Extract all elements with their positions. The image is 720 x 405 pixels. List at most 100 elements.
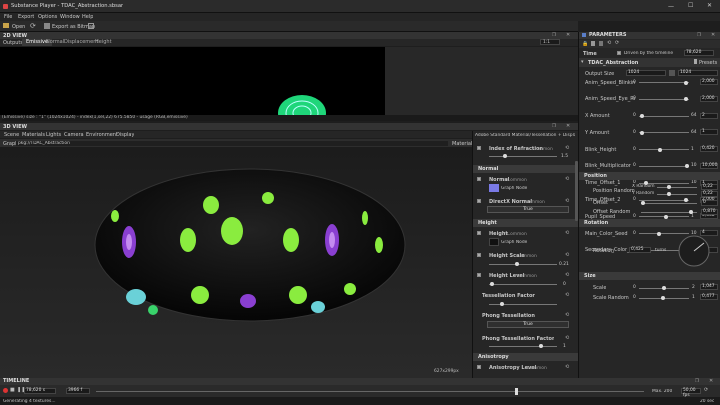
anisotropy-section-header[interactable]: Anisotropy	[473, 353, 578, 361]
param-slider[interactable]	[657, 231, 662, 236]
loop-icon[interactable]: ⟳	[704, 387, 708, 393]
menu-window[interactable]: Window	[60, 14, 80, 20]
normal-thumbnail[interactable]	[489, 184, 499, 192]
height-level-checkbox[interactable]	[477, 273, 481, 277]
menu-lights[interactable]: Lights	[46, 132, 61, 138]
param-value[interactable]: 2	[700, 112, 718, 119]
size-section-header[interactable]: Size	[579, 272, 720, 280]
param-value[interactable]: 10,000	[700, 162, 718, 169]
param-slider[interactable]	[639, 130, 644, 135]
directx-reset-icon[interactable]: ⟲	[565, 198, 569, 204]
view3d-viewport[interactable]: 627x299px	[0, 147, 472, 378]
offset-value[interactable]: 0	[701, 200, 718, 206]
position-section-header[interactable]: Position	[579, 172, 720, 180]
height-level-slider[interactable]	[490, 282, 494, 286]
lock-icon[interactable]: 🔒	[582, 41, 588, 47]
param-slider[interactable]	[684, 80, 689, 85]
copy-icon[interactable]	[599, 41, 603, 46]
height-thumbnail[interactable]	[489, 238, 499, 246]
current-time-field[interactable]: 78,620 s	[24, 388, 56, 394]
graph-select[interactable]: pkg://TDAC_Abstraction	[16, 140, 448, 146]
folder-icon[interactable]	[3, 23, 9, 28]
param-slider[interactable]	[684, 164, 689, 169]
zoom-select[interactable]: 1:1	[540, 39, 560, 45]
x-random-slider[interactable]	[667, 185, 671, 189]
menu-file[interactable]: File	[4, 14, 12, 20]
offset-slider[interactable]	[641, 201, 645, 205]
tess-factor-slider[interactable]	[500, 302, 504, 306]
param-value[interactable]: 2,000	[700, 79, 718, 85]
open-button[interactable]: Open	[12, 24, 25, 30]
parameters-close-icon[interactable]: ✕	[711, 32, 715, 38]
view2d-canvas[interactable]	[0, 47, 385, 115]
menu-environment[interactable]: Environment	[86, 132, 118, 138]
offset-random-slider[interactable]	[689, 210, 693, 214]
save-icon[interactable]	[591, 41, 595, 46]
scale-random-value[interactable]: 0,477	[700, 294, 718, 300]
param-slider[interactable]	[684, 198, 689, 203]
view3d-close-icon[interactable]: ✕	[566, 123, 570, 129]
minimize-icon[interactable]: —	[668, 3, 674, 10]
driven-checkbox[interactable]	[617, 51, 621, 55]
fps-field[interactable]: 50,00 fps	[681, 388, 701, 397]
scale-random-slider[interactable]	[661, 296, 665, 300]
timeline-close-icon[interactable]: ✕	[709, 378, 713, 384]
link-icon[interactable]	[669, 70, 675, 76]
param-value[interactable]: 2,000	[700, 95, 718, 102]
menu-export[interactable]: Export	[18, 14, 34, 20]
phong-tess-toggle[interactable]: True	[487, 321, 569, 328]
scale-slider[interactable]	[662, 286, 666, 290]
menu-display[interactable]: Display	[116, 132, 134, 138]
param-slider[interactable]	[684, 97, 689, 102]
batch-icon[interactable]	[88, 23, 94, 29]
menu-scene[interactable]: Scene	[4, 132, 19, 138]
timeline-track[interactable]	[96, 391, 644, 392]
parameters-float-icon[interactable]: ❐	[697, 33, 701, 38]
normal-reset-icon[interactable]: ⟲	[565, 176, 569, 182]
normal-section-header[interactable]: Normal	[473, 165, 578, 173]
aniso-reset-icon[interactable]: ⟲	[565, 364, 569, 370]
view3d-float-icon[interactable]: ❐	[552, 124, 556, 129]
presets-icon[interactable]	[694, 59, 697, 64]
output-size-b[interactable]: 1024	[678, 70, 718, 76]
directx-toggle[interactable]: True	[487, 206, 569, 213]
record-icon[interactable]	[3, 388, 8, 393]
ior-slider[interactable]	[503, 154, 507, 158]
rotation-dial[interactable]	[677, 234, 711, 268]
x-random-value[interactable]: 0,22	[701, 184, 718, 190]
export-bitmap-icon[interactable]	[44, 23, 50, 29]
graph-collapse-icon[interactable]: ▾	[581, 59, 584, 65]
param-value[interactable]: 0,420	[700, 146, 718, 153]
height-scale-reset-icon[interactable]: ⟲	[565, 252, 569, 258]
height-scale-slider[interactable]	[515, 262, 519, 266]
normal-checkbox[interactable]	[477, 177, 481, 181]
phong-tess-factor-slider[interactable]	[539, 344, 543, 348]
timeline-float-icon[interactable]: ❐	[695, 379, 699, 384]
stop-icon[interactable]: ■	[10, 387, 15, 393]
menu-help[interactable]: Help	[82, 14, 93, 20]
maximize-icon[interactable]: ☐	[688, 2, 693, 9]
timeline-playhead[interactable]	[515, 388, 518, 395]
tab-height[interactable]: Height	[91, 39, 116, 46]
height-scale-checkbox[interactable]	[477, 253, 481, 257]
menu-materials[interactable]: Materials	[22, 132, 45, 138]
param-slider[interactable]	[658, 147, 663, 152]
phong-tess-reset-icon[interactable]: ⟲	[565, 312, 569, 318]
phong-tess-factor-reset-icon[interactable]: ⟲	[565, 335, 569, 341]
reload-icon[interactable]: ⟳	[30, 22, 36, 30]
view2d-close-icon[interactable]: ✕	[566, 32, 570, 38]
menu-options[interactable]: Options	[38, 14, 57, 20]
view2d-float-icon[interactable]: ❐	[552, 33, 556, 38]
frame-field[interactable]: 3966 f	[66, 388, 90, 394]
randomize-icon[interactable]: ⟳	[615, 40, 619, 46]
ior-reset-icon[interactable]: ⟲	[565, 145, 569, 151]
height-reset-icon[interactable]: ⟲	[565, 230, 569, 236]
time-value[interactable]: 78,620	[684, 50, 714, 56]
reset-all-icon[interactable]: ⟲	[607, 40, 611, 46]
height-section-header[interactable]: Height	[473, 219, 578, 227]
rotation-value[interactable]: 0,425	[629, 247, 651, 253]
param-slider[interactable]	[640, 114, 645, 119]
y-random-value[interactable]: 0,22	[701, 191, 718, 197]
output-size-a[interactable]: 1024	[626, 70, 666, 76]
tess-factor-reset-icon[interactable]: ⟲	[565, 292, 569, 298]
